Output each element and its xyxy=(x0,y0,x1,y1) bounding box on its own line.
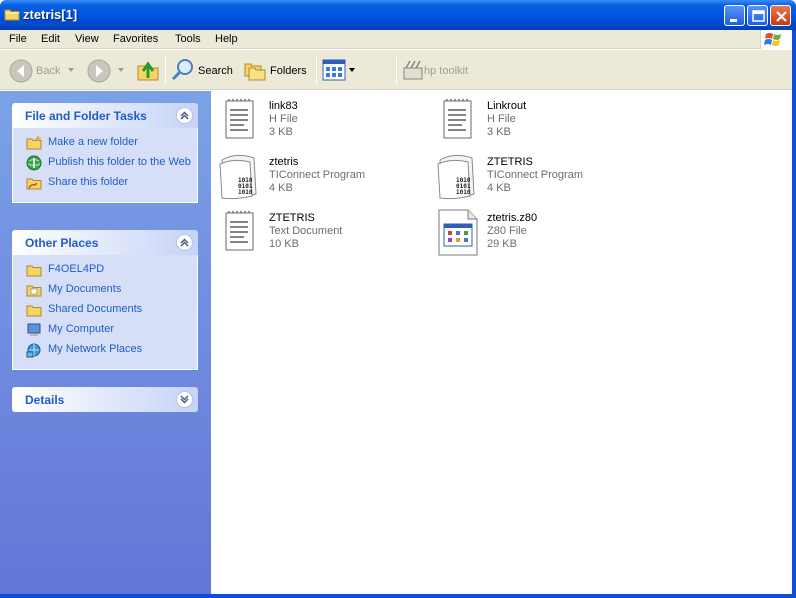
toolbar-separator xyxy=(165,56,166,84)
close-icon xyxy=(776,11,787,22)
chevron-down-icon xyxy=(180,395,189,404)
close-button[interactable] xyxy=(770,5,791,26)
menu-edit[interactable]: Edit xyxy=(41,33,60,45)
panel-header[interactable]: File and Folder Tasks xyxy=(12,103,198,128)
share-folder-icon xyxy=(26,178,42,190)
menu-file[interactable]: File xyxy=(9,33,27,45)
other-places-panel: Other Places F4OEL4PD My Documents Share… xyxy=(12,230,198,370)
panel-body: Make a new folder Publish this folder to… xyxy=(12,128,198,203)
panel-header[interactable]: Details xyxy=(12,387,198,412)
up-folder-button[interactable] xyxy=(134,50,162,90)
chevron-up-icon xyxy=(180,238,189,247)
place-shared-documents-link[interactable]: Shared Documents xyxy=(13,303,197,317)
folder-icon xyxy=(26,265,42,277)
file-item-ztetris-z80[interactable]: ztetris.z80 Z80 File 29 KB xyxy=(434,208,644,258)
chevron-down-icon xyxy=(118,68,124,72)
chevron-down-icon xyxy=(68,68,74,72)
minimize-button[interactable] xyxy=(724,5,745,26)
file-item-ztetris-program-upper[interactable]: 1010 0101 1010 ZTETRIS TIConnect Program… xyxy=(434,152,644,202)
details-panel: Details xyxy=(12,387,198,412)
title-bar[interactable]: ztetris[1] xyxy=(0,0,796,30)
window-border xyxy=(0,594,796,598)
search-button[interactable]: Search xyxy=(169,50,235,90)
place-my-computer-link[interactable]: My Computer xyxy=(13,323,197,336)
folder-icon xyxy=(26,285,42,297)
file-item-link83[interactable]: link83 H File 3 KB xyxy=(216,96,426,146)
notepad-icon xyxy=(225,211,254,251)
network-icon xyxy=(26,343,41,358)
back-arrow-icon xyxy=(9,59,33,83)
new-folder-icon xyxy=(26,136,42,150)
menu-tools[interactable]: Tools xyxy=(175,33,201,45)
svg-text:1010: 1010 xyxy=(456,189,471,196)
maximize-icon xyxy=(752,10,765,22)
file-item-ztetris-text[interactable]: ZTETRIS Text Document 10 KB xyxy=(216,208,426,258)
views-button[interactable] xyxy=(320,50,360,90)
toolbar-separator xyxy=(396,56,397,84)
chevron-up-icon xyxy=(180,111,189,120)
task-pane: File and Folder Tasks Make a new folder … xyxy=(0,91,211,598)
menu-favorites[interactable]: Favorites xyxy=(113,33,158,45)
file-folder-tasks-panel: File and Folder Tasks Make a new folder … xyxy=(12,103,198,203)
folder-icon xyxy=(4,9,20,21)
minimize-icon xyxy=(730,19,737,22)
notepad-icon xyxy=(443,99,472,139)
toolbar: Back Search Folders hp toolkit xyxy=(0,50,796,90)
make-new-folder-link[interactable]: Make a new folder xyxy=(13,136,197,150)
panel-body: F4OEL4PD My Documents Shared Documents M… xyxy=(12,255,198,370)
place-my-network-places-link[interactable]: My Network Places xyxy=(13,343,197,358)
folders-icon xyxy=(244,63,266,81)
file-item-ztetris-program[interactable]: 1010 0101 1010 ztetris TIConnect Program… xyxy=(216,152,426,202)
up-folder-icon xyxy=(137,61,159,81)
computer-icon xyxy=(27,323,41,336)
hp-toolkit-button[interactable]: hp toolkit xyxy=(400,50,480,90)
window-border xyxy=(792,30,796,598)
file-item-linkrout[interactable]: Linkrout H File 3 KB xyxy=(434,96,644,146)
publish-web-icon xyxy=(26,155,42,171)
collapse-button[interactable] xyxy=(176,107,193,124)
place-my-documents-link[interactable]: My Documents xyxy=(13,283,197,297)
windows-flag-icon xyxy=(764,33,781,46)
toolkit-icon xyxy=(403,60,423,80)
place-f4oel4pd-link[interactable]: F4OEL4PD xyxy=(13,263,197,277)
expand-button[interactable] xyxy=(176,391,193,408)
svg-text:1010: 1010 xyxy=(238,189,253,196)
menu-bar: File Edit View Favorites Tools Help xyxy=(0,30,796,49)
forward-button[interactable] xyxy=(84,50,130,90)
binary-icon: 1010 0101 1010 xyxy=(437,154,475,200)
window-title: ztetris[1] xyxy=(23,7,78,22)
toolbar-separator xyxy=(316,56,317,84)
search-icon xyxy=(171,59,193,81)
chevron-down-icon xyxy=(349,68,355,72)
app-window-icon xyxy=(438,209,478,256)
windows-logo xyxy=(760,30,796,49)
folder-icon xyxy=(26,305,42,317)
notepad-icon xyxy=(225,99,254,139)
collapse-button[interactable] xyxy=(176,234,193,251)
menu-view[interactable]: View xyxy=(75,33,99,45)
binary-icon: 1010 0101 1010 xyxy=(219,154,257,200)
menu-help[interactable]: Help xyxy=(215,33,238,45)
forward-arrow-icon xyxy=(87,59,111,83)
back-button[interactable]: Back xyxy=(6,50,78,90)
publish-to-web-link[interactable]: Publish this folder to the Web xyxy=(13,155,197,171)
panel-header[interactable]: Other Places xyxy=(12,230,198,255)
folders-button[interactable]: Folders xyxy=(241,50,311,90)
share-folder-link[interactable]: Share this folder xyxy=(13,176,197,190)
maximize-button[interactable] xyxy=(747,5,768,26)
views-icon xyxy=(322,59,346,81)
